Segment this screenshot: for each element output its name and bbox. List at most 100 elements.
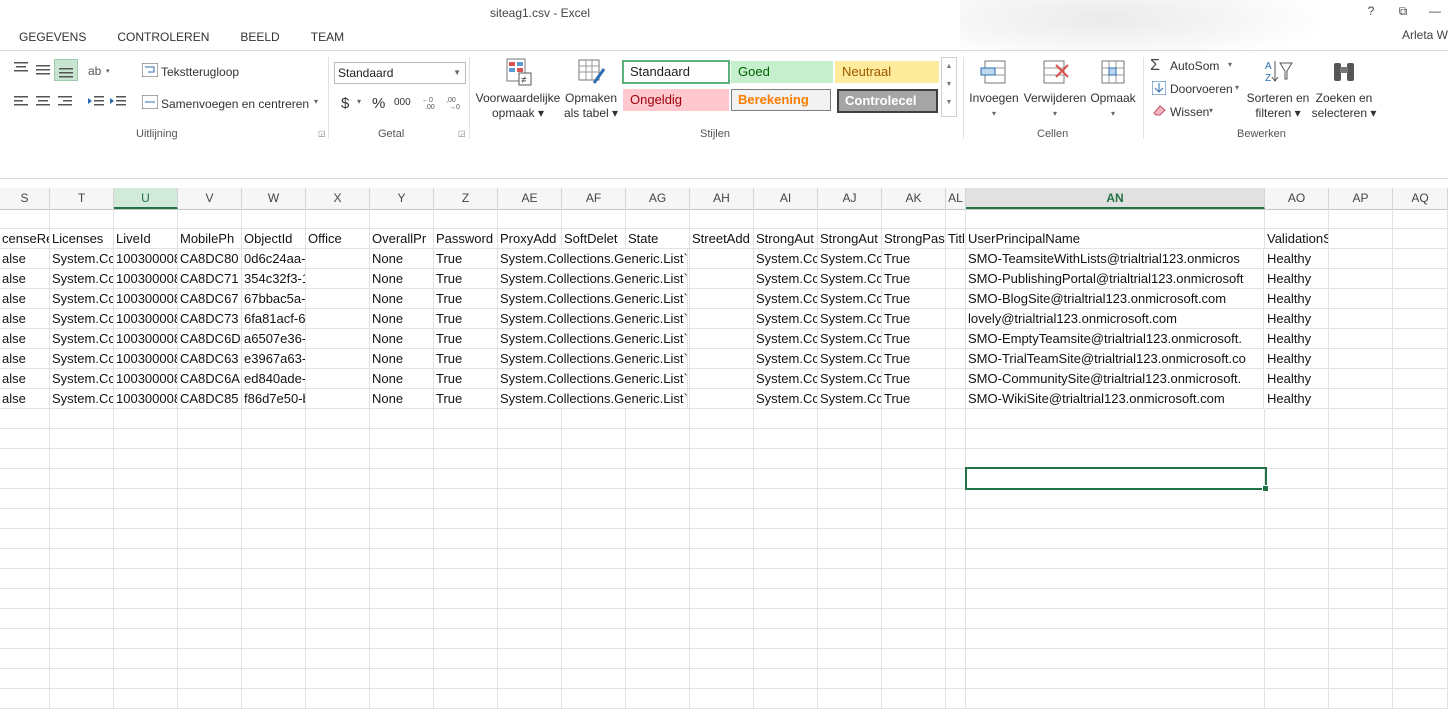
empty-cell[interactable] bbox=[754, 489, 818, 509]
empty-cell[interactable] bbox=[306, 489, 370, 509]
merge-center-button[interactable]: Samenvoegen en centreren bbox=[161, 97, 309, 111]
empty-cell[interactable] bbox=[966, 509, 1265, 529]
empty-cell[interactable] bbox=[1265, 429, 1329, 449]
empty-cell[interactable] bbox=[562, 449, 626, 469]
table-cell[interactable]: System.Cc bbox=[50, 349, 114, 369]
empty-cell[interactable] bbox=[1265, 689, 1329, 709]
table-cell[interactable]: System.Cc bbox=[818, 329, 882, 349]
empty-cell[interactable] bbox=[1393, 669, 1448, 689]
empty-cell[interactable] bbox=[562, 689, 626, 709]
empty-cell[interactable] bbox=[882, 689, 946, 709]
empty-cell[interactable] bbox=[0, 449, 50, 469]
column-header-af[interactable]: AF bbox=[562, 188, 626, 209]
empty-cell[interactable] bbox=[0, 549, 50, 569]
table-cell[interactable]: System.Cc bbox=[818, 309, 882, 329]
empty-cell[interactable] bbox=[1329, 649, 1393, 669]
decrease-decimal-icon[interactable]: ,00 →0 bbox=[446, 95, 464, 112]
header-cell[interactable]: StrongAut bbox=[818, 229, 882, 249]
table-cell[interactable]: alse bbox=[0, 269, 50, 289]
empty-cell[interactable] bbox=[946, 409, 966, 429]
table-cell[interactable]: alse bbox=[0, 349, 50, 369]
empty-cell[interactable] bbox=[498, 549, 562, 569]
empty-cell[interactable] bbox=[1329, 669, 1393, 689]
table-cell[interactable]: 100300008 bbox=[114, 369, 178, 389]
empty-cell[interactable] bbox=[306, 449, 370, 469]
empty-cell[interactable] bbox=[626, 649, 690, 669]
empty-cell[interactable] bbox=[1393, 409, 1448, 429]
table-cell[interactable]: ed840ade-18fd-4ae0 bbox=[242, 369, 306, 389]
empty-cell[interactable] bbox=[498, 509, 562, 529]
empty-cell[interactable] bbox=[498, 649, 562, 669]
alignment-launcher-icon[interactable]: ◲ bbox=[318, 129, 326, 138]
table-cell[interactable]: e3967a63-c6f4-437d- bbox=[242, 349, 306, 369]
empty-cell[interactable] bbox=[178, 569, 242, 589]
empty-cell[interactable] bbox=[690, 609, 754, 629]
table-cell[interactable]: True bbox=[434, 389, 498, 409]
empty-cell[interactable] bbox=[882, 629, 946, 649]
empty-cell[interactable] bbox=[114, 429, 178, 449]
empty-cell[interactable] bbox=[562, 649, 626, 669]
gallery-more-icon[interactable]: ▼ bbox=[942, 94, 956, 112]
empty-cell[interactable] bbox=[1265, 529, 1329, 549]
table-cell[interactable]: SMO-BlogSite@trialtrial123.onmicrosoft.c… bbox=[966, 289, 1264, 309]
empty-cell[interactable] bbox=[818, 429, 882, 449]
table-cell[interactable] bbox=[306, 369, 370, 389]
empty-cell[interactable] bbox=[1329, 509, 1393, 529]
empty-cell[interactable] bbox=[114, 449, 178, 469]
empty-cell[interactable] bbox=[50, 409, 114, 429]
empty-cell[interactable] bbox=[434, 529, 498, 549]
column-header-ae[interactable]: AE bbox=[498, 188, 562, 209]
empty-cell[interactable] bbox=[370, 429, 434, 449]
tab-gegevens[interactable]: GEGEVENS bbox=[19, 28, 86, 48]
empty-cell[interactable] bbox=[306, 569, 370, 589]
header-cell[interactable]: StrongAut bbox=[754, 229, 818, 249]
empty-cell[interactable] bbox=[626, 589, 690, 609]
empty-cell[interactable] bbox=[1265, 589, 1329, 609]
empty-cell[interactable] bbox=[818, 689, 882, 709]
empty-cell[interactable] bbox=[690, 469, 754, 489]
empty-cell[interactable] bbox=[0, 649, 50, 669]
table-cell[interactable]: CA8DC63 bbox=[178, 349, 242, 369]
empty-cell[interactable] bbox=[370, 409, 434, 429]
empty-cell[interactable] bbox=[498, 409, 562, 429]
empty-cell[interactable] bbox=[242, 629, 306, 649]
table-cell[interactable]: SMO-WikiSite@trialtrial123.onmicrosoft.c… bbox=[966, 389, 1264, 409]
table-cell[interactable] bbox=[1329, 349, 1393, 369]
column-header-ai[interactable]: AI bbox=[754, 188, 818, 209]
format-button[interactable]: Opmaak ▾ bbox=[1088, 57, 1138, 121]
table-cell[interactable] bbox=[1393, 369, 1448, 389]
column-header-w[interactable]: W bbox=[242, 188, 306, 209]
empty-cell[interactable] bbox=[818, 669, 882, 689]
merge-dropdown-icon[interactable]: ▾ bbox=[314, 97, 318, 106]
table-cell[interactable]: lovely@trialtrial123.onmicrosoft.com bbox=[966, 309, 1264, 329]
empty-cell[interactable] bbox=[1393, 609, 1448, 629]
empty-cell[interactable] bbox=[242, 489, 306, 509]
table-cell[interactable]: System.Cc bbox=[754, 269, 818, 289]
table-cell[interactable] bbox=[690, 369, 754, 389]
empty-cell[interactable] bbox=[1393, 569, 1448, 589]
empty-cell[interactable] bbox=[626, 689, 690, 709]
table-cell[interactable] bbox=[946, 349, 966, 369]
empty-cell[interactable] bbox=[370, 449, 434, 469]
table-cell[interactable] bbox=[1329, 369, 1393, 389]
autosum-button[interactable]: AutoSom bbox=[1170, 59, 1219, 73]
column-header-al[interactable]: AL bbox=[946, 188, 966, 209]
empty-cell[interactable] bbox=[1265, 569, 1329, 589]
empty-cell[interactable] bbox=[434, 629, 498, 649]
format-as-table-button[interactable]: Opmaken als tabel ▾ bbox=[562, 57, 620, 121]
empty-cell[interactable] bbox=[114, 589, 178, 609]
table-cell[interactable] bbox=[690, 309, 754, 329]
column-header-ah[interactable]: AH bbox=[690, 188, 754, 209]
align-left-icon[interactable] bbox=[14, 95, 28, 110]
empty-cell[interactable] bbox=[0, 429, 50, 449]
empty-cell[interactable] bbox=[370, 529, 434, 549]
table-cell[interactable]: SMO-TrialTeamSite@trialtrial123.onmicros… bbox=[966, 349, 1264, 369]
column-header-aj[interactable]: AJ bbox=[818, 188, 882, 209]
table-cell[interactable] bbox=[690, 269, 754, 289]
table-cell[interactable]: 100300008 bbox=[114, 269, 178, 289]
empty-cell[interactable] bbox=[242, 409, 306, 429]
empty-cell[interactable] bbox=[818, 489, 882, 509]
help-icon[interactable]: ? bbox=[1364, 4, 1378, 19]
table-cell[interactable] bbox=[946, 249, 966, 269]
table-cell[interactable]: CA8DC71 bbox=[178, 269, 242, 289]
